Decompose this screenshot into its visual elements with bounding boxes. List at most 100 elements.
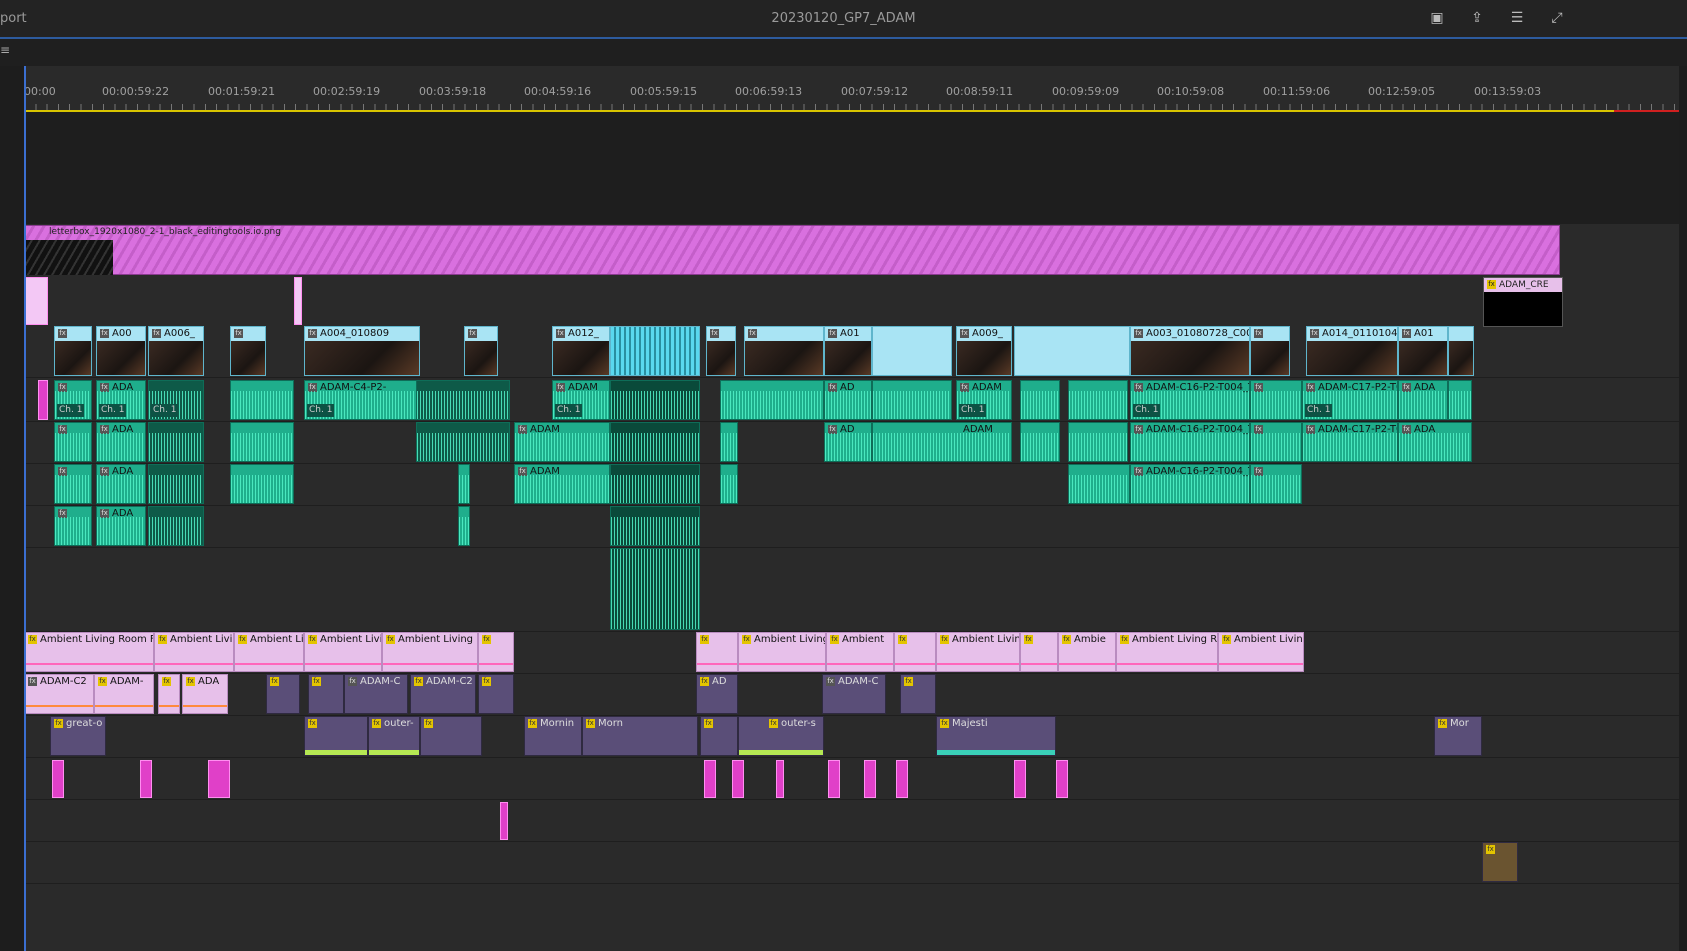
video-clip[interactable]: fx A012_ bbox=[552, 326, 610, 376]
dialogue-clip[interactable]: fx bbox=[900, 674, 936, 714]
video-clip[interactable]: fx A006_ bbox=[148, 326, 204, 376]
dialogue-clip[interactable]: fx bbox=[266, 674, 300, 714]
video-clip[interactable]: fx A004_010809 bbox=[304, 326, 420, 376]
audio-clip[interactable] bbox=[230, 380, 294, 420]
audio-clip[interactable]: fx ADAM bbox=[514, 464, 610, 504]
audio-clip[interactable] bbox=[1068, 380, 1128, 420]
audio-clip-cluster[interactable] bbox=[610, 422, 700, 462]
video-clip[interactable]: fx A003_01080728_C008 bbox=[1130, 326, 1250, 376]
audio-clip[interactable]: fx ADA bbox=[1398, 380, 1448, 420]
monitor-icon[interactable]: ▣ bbox=[1427, 10, 1447, 26]
audio-clip-cluster[interactable] bbox=[610, 506, 700, 546]
panel-menu-icon[interactable]: ≡ bbox=[0, 43, 10, 57]
audio-clip[interactable] bbox=[720, 464, 738, 504]
audio-clip[interactable] bbox=[1020, 380, 1060, 420]
audio-track-a1[interactable]: fx Ch. 1 fx ADA Ch. 1 Ch. 1 fx ADAM-C4-P2- Ch… bbox=[24, 380, 1679, 422]
video-clip[interactable] bbox=[1014, 326, 1130, 376]
audio-clip[interactable] bbox=[720, 380, 824, 420]
music-clip[interactable]: fx bbox=[304, 716, 368, 756]
video-clip[interactable]: fx A009_ bbox=[956, 326, 1012, 376]
music-clip[interactable]: fx outer-s bbox=[738, 716, 824, 756]
audio-clip[interactable] bbox=[148, 506, 204, 546]
dialogue-clip[interactable]: fx ADAM-C2 bbox=[410, 674, 476, 714]
title-clip[interactable] bbox=[24, 277, 48, 325]
audio-clip[interactable] bbox=[458, 506, 470, 546]
music-clip[interactable]: fx bbox=[700, 716, 738, 756]
ambient-clip[interactable]: fx Ambient Living Room Fre bbox=[24, 632, 154, 672]
audio-clip[interactable] bbox=[458, 464, 470, 504]
sfx-track-2[interactable] bbox=[24, 800, 1679, 842]
audio-marker-clip[interactable] bbox=[38, 380, 48, 420]
audio-clip[interactable] bbox=[872, 380, 952, 420]
audio-clip[interactable]: Ch. 1 bbox=[148, 380, 204, 420]
sfx-clip[interactable] bbox=[500, 802, 508, 840]
dialogue-clip[interactable]: fx bbox=[308, 674, 344, 714]
dialogue-track[interactable]: fx ADAM-C2 fx ADAM- fx fx ADA fx fx fx ADAM-… bbox=[24, 674, 1679, 716]
audio-clip[interactable]: fx bbox=[54, 506, 92, 546]
music-clip[interactable]: fx bbox=[420, 716, 482, 756]
audio-clip[interactable]: fx bbox=[1482, 842, 1518, 882]
end-credit-clip[interactable]: fx ADAM_CRE bbox=[1483, 277, 1563, 327]
audio-clip[interactable] bbox=[1020, 422, 1060, 462]
audio-clip[interactable]: fx ADA bbox=[96, 506, 146, 546]
audio-track-a4[interactable]: fx fx ADA bbox=[24, 506, 1679, 548]
audio-clip[interactable]: fx Ch. 1 bbox=[54, 380, 92, 420]
audio-track-a3[interactable]: fx fx ADA fx ADAM fx ADAM-C16-P2-T004_Tr fx bbox=[24, 464, 1679, 506]
timeline-tracks[interactable]: letterbox_1920x1080_2-1_black_editingtoo… bbox=[24, 112, 1679, 951]
ambience-track[interactable]: fx Ambient Living Room Fre fx Ambient Livi… bbox=[24, 632, 1679, 674]
ambient-clip[interactable]: fx Ambient Living R bbox=[382, 632, 478, 672]
audio-track-a5[interactable] bbox=[24, 548, 1679, 632]
audio-clip[interactable]: fx ADA Ch. 1 bbox=[96, 380, 146, 420]
playhead[interactable] bbox=[24, 66, 26, 951]
ambient-clip[interactable]: fx bbox=[894, 632, 936, 672]
ambient-clip[interactable]: fx Ambie bbox=[1058, 632, 1116, 672]
dialogue-clip[interactable]: fx ADAM-C2 bbox=[24, 674, 94, 714]
dialogue-clip[interactable]: fx ADA bbox=[182, 674, 228, 714]
sfx-clip[interactable] bbox=[828, 760, 840, 798]
video-track-empty[interactable] bbox=[24, 112, 1679, 224]
sfx-clip[interactable] bbox=[52, 760, 64, 798]
music-clip[interactable]: fx Mornin bbox=[524, 716, 582, 756]
music-clip[interactable]: fx Morn bbox=[582, 716, 698, 756]
video-clip[interactable]: fx A00 bbox=[96, 326, 146, 376]
ambient-clip[interactable]: fx bbox=[478, 632, 514, 672]
video-track-v1[interactable]: fx fx A00 fx A006_ fx fx A004_010809 fx fx A… bbox=[24, 326, 1679, 378]
audio-clip[interactable] bbox=[720, 422, 738, 462]
music-clip[interactable]: fx Mor bbox=[1434, 716, 1482, 756]
sfx-clip[interactable] bbox=[208, 760, 230, 798]
music-clip[interactable]: fx outer- bbox=[368, 716, 420, 756]
dialogue-clip[interactable]: fx ADAM-C bbox=[344, 674, 408, 714]
ambient-clip[interactable]: fx Ambient Livi bbox=[304, 632, 382, 672]
audio-clip[interactable]: fx bbox=[54, 422, 92, 462]
sfx-clip[interactable] bbox=[776, 760, 784, 798]
audio-clip[interactable]: fx ADAM-C16-P2-T004_Tr Ch. 1 bbox=[1130, 380, 1250, 420]
video-clip[interactable]: fx A01 bbox=[824, 326, 872, 376]
audio-clip[interactable]: fx bbox=[1250, 380, 1302, 420]
audio-clip[interactable]: fx bbox=[1250, 464, 1302, 504]
video-clip[interactable] bbox=[1448, 326, 1474, 376]
audio-clip[interactable]: fx AD bbox=[824, 380, 872, 420]
video-clip[interactable] bbox=[872, 326, 952, 376]
video-clip[interactable]: fx A01 bbox=[1398, 326, 1448, 376]
sfx-clip[interactable] bbox=[896, 760, 908, 798]
audio-track-a2[interactable]: fx fx ADA fx ADAM fx AD ADAM fx ADAM-C16-P2-… bbox=[24, 422, 1679, 464]
share-icon[interactable]: ⇪ bbox=[1467, 10, 1487, 26]
audio-clip[interactable] bbox=[148, 422, 204, 462]
sfx-clip[interactable] bbox=[140, 760, 152, 798]
audio-clip[interactable]: fx bbox=[1250, 422, 1302, 462]
audio-clip-cluster[interactable] bbox=[610, 464, 700, 504]
expand-icon[interactable]: ⤢ bbox=[1547, 10, 1567, 26]
ambient-clip[interactable]: fx Ambient bbox=[826, 632, 894, 672]
audio-clip[interactable] bbox=[416, 422, 510, 462]
video-clip[interactable]: fx bbox=[1250, 326, 1290, 376]
audio-clip[interactable]: fx ADAM-C4-P2- Ch. 1 bbox=[304, 380, 420, 420]
video-clip-cluster[interactable] bbox=[610, 326, 700, 376]
audio-clip[interactable]: fx ADAM Ch. 1 bbox=[956, 380, 1012, 420]
audio-clip[interactable]: fx ADA bbox=[96, 422, 146, 462]
video-clip[interactable]: fx bbox=[464, 326, 498, 376]
dialogue-clip[interactable]: fx ADAM-C bbox=[822, 674, 886, 714]
sfx-clip[interactable] bbox=[864, 760, 876, 798]
sfx-clip[interactable] bbox=[1014, 760, 1026, 798]
video-clip[interactable]: fx bbox=[706, 326, 736, 376]
sfx-clip[interactable] bbox=[732, 760, 744, 798]
